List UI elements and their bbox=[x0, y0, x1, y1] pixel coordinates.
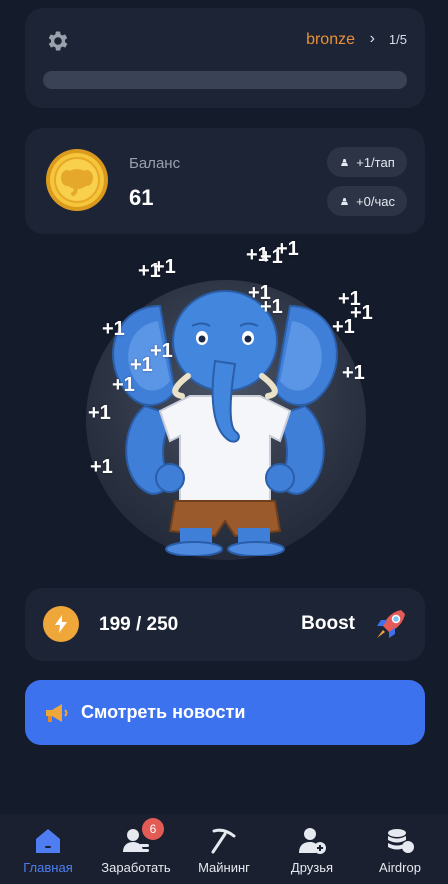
boost-button[interactable]: Boost bbox=[271, 600, 411, 648]
elephant-mascot[interactable] bbox=[90, 266, 360, 556]
watch-news-button[interactable]: Смотреть новости bbox=[25, 680, 425, 745]
tap-plus-one: +1 bbox=[276, 238, 299, 260]
balance-value: 61 bbox=[129, 185, 154, 210]
boost-label: Boost bbox=[301, 613, 355, 634]
coins-stack-icon bbox=[341, 158, 349, 166]
coins-icon bbox=[388, 829, 414, 853]
per-tap-value: +1/тап bbox=[356, 154, 395, 170]
nav-item-earn[interactable]: 6 Заработать bbox=[92, 814, 180, 884]
tap-plus-one: +1 bbox=[332, 316, 355, 338]
nav-item-airdrop[interactable]: Airdrop bbox=[356, 814, 444, 884]
nav-item-mining[interactable]: Майнинг bbox=[180, 814, 268, 884]
nav-label-mining: Майнинг bbox=[198, 860, 250, 875]
tap-area[interactable]: +1 +1 +1 +1 +1 +1 +1 +1 +1 +1 +1 +1 +1 +… bbox=[0, 236, 448, 566]
bottom-navigation: Главная 6 Заработать Майнинг Друзья Aird… bbox=[0, 814, 448, 884]
tap-plus-one: +1 bbox=[112, 374, 135, 396]
nav-label-home: Главная bbox=[23, 860, 73, 875]
tap-plus-one: +1 bbox=[102, 318, 125, 340]
add-friend-icon bbox=[299, 828, 326, 854]
lightning-icon bbox=[43, 606, 79, 642]
league-name[interactable]: bronze bbox=[306, 31, 355, 49]
chevron-right-icon[interactable]: › bbox=[370, 30, 375, 48]
elephant-coin-icon bbox=[46, 149, 108, 211]
energy-card: 199 / 250 Boost bbox=[25, 588, 425, 661]
balance-card: Баланс 61 +1/тап +0/час bbox=[25, 128, 425, 234]
league-card: bronze › 1/5 bbox=[25, 8, 425, 108]
league-progress-bar bbox=[43, 71, 407, 89]
balance-label: Баланс bbox=[129, 155, 181, 172]
home-icon bbox=[36, 829, 60, 853]
pickaxe-icon bbox=[211, 828, 236, 854]
nav-item-home[interactable]: Главная bbox=[4, 814, 92, 884]
tap-plus-one: +1 bbox=[260, 296, 283, 318]
gear-icon[interactable] bbox=[45, 28, 71, 54]
nav-label-friends: Друзья bbox=[290, 860, 334, 875]
tap-plus-one: +1 bbox=[153, 256, 176, 278]
per-tap-badge: +1/тап bbox=[327, 147, 407, 177]
tap-plus-one: +1 bbox=[342, 362, 365, 384]
rocket-icon bbox=[377, 610, 405, 638]
nav-item-friends[interactable]: Друзья bbox=[268, 814, 356, 884]
watch-news-label: Смотреть новости bbox=[81, 702, 246, 722]
megaphone-icon bbox=[46, 703, 68, 722]
tap-plus-one: +1 bbox=[90, 456, 113, 478]
notification-badge: 6 bbox=[142, 818, 164, 840]
per-hour-badge: +0/час bbox=[327, 186, 407, 216]
league-level: 1/5 bbox=[388, 32, 407, 47]
tap-plus-one: +1 bbox=[88, 402, 111, 424]
nav-label-airdrop: Airdrop bbox=[379, 860, 421, 875]
tap-plus-one: +1 bbox=[150, 340, 173, 362]
coins-stack-icon bbox=[341, 197, 349, 205]
per-hour-value: +0/час bbox=[356, 193, 395, 209]
nav-label-earn: Заработать bbox=[101, 860, 171, 875]
energy-value: 199 / 250 bbox=[99, 614, 179, 635]
